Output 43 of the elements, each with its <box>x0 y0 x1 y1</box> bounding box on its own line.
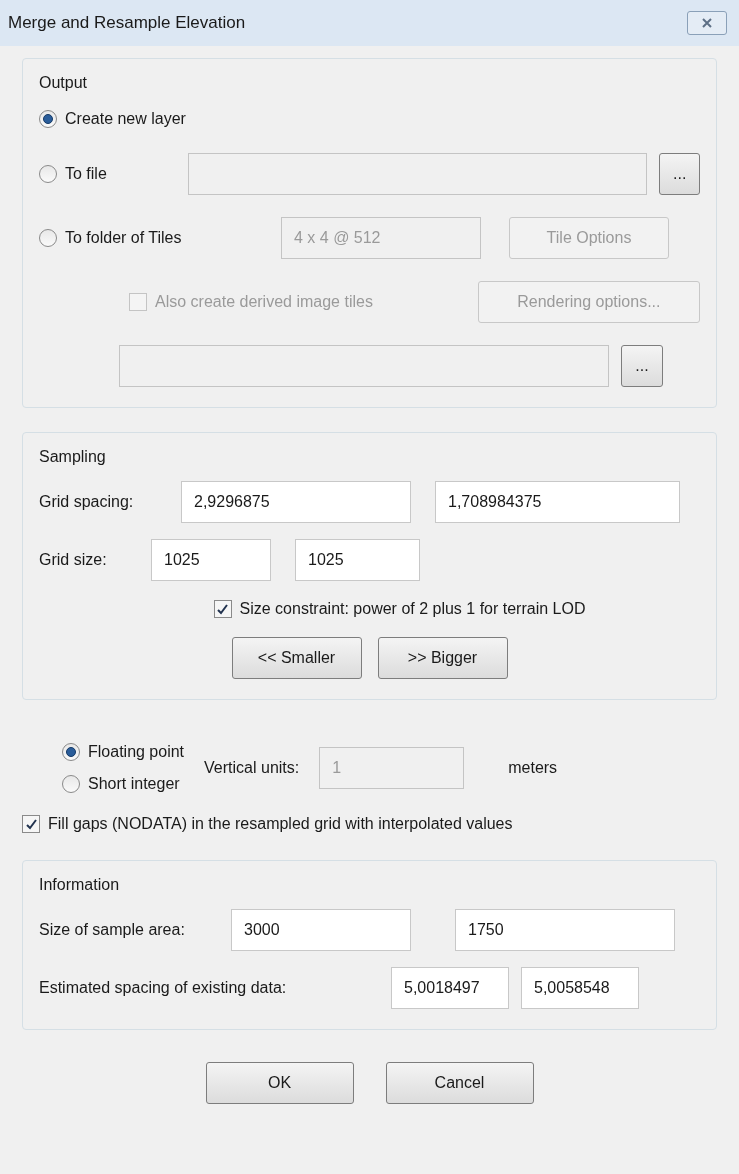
radio-label: Create new layer <box>65 109 186 129</box>
field-label: Grid size: <box>39 550 108 570</box>
input-field[interactable]: 3000 <box>231 909 411 951</box>
radio-button[interactable] <box>62 775 80 793</box>
button[interactable]: OK <box>205 1062 354 1104</box>
radio-label: Floating point <box>88 742 185 762</box>
radio-label: Short integer <box>88 774 180 794</box>
group-title: Output <box>39 73 88 93</box>
input-field[interactable]: 1025 <box>295 539 420 581</box>
button[interactable]: << Smaller <box>231 637 362 679</box>
button[interactable]: >> Bigger <box>377 637 508 679</box>
input-field[interactable]: 1,708984375 <box>435 481 680 523</box>
radio-label: To folder of Tiles <box>65 228 182 248</box>
radio-button[interactable] <box>62 743 80 761</box>
field-label: Vertical units: <box>204 758 300 778</box>
input-field[interactable]: 2,9296875 <box>181 481 411 523</box>
input-field[interactable]: 5,0058548 <box>521 967 639 1009</box>
radio-button[interactable] <box>39 165 57 183</box>
radio-label: To file <box>65 164 107 184</box>
radio-button[interactable] <box>39 229 57 247</box>
field-label: Size of sample area: <box>39 920 186 940</box>
input-field[interactable]: 1750 <box>455 909 675 951</box>
input-field[interactable] <box>188 153 648 195</box>
input-field[interactable]: 1025 <box>151 539 271 581</box>
checkbox-label: Fill gaps (NODATA) in the resampled grid with interpolated values <box>48 814 513 834</box>
field-label: Estimated spacing of existing data: <box>39 978 288 998</box>
input-field[interactable] <box>119 345 609 387</box>
field-label: Grid spacing: <box>39 492 135 512</box>
input-field[interactable]: 5,0018497 <box>391 967 509 1009</box>
window-title: Merge and Resample Elevation <box>8 12 246 35</box>
browse-button[interactable]: ... <box>659 153 700 195</box>
checkbox[interactable] <box>22 815 40 833</box>
button[interactable]: Cancel <box>385 1062 534 1104</box>
close-button[interactable] <box>687 11 727 35</box>
checkbox-label: Also create derived image tiles <box>155 292 373 312</box>
checkbox[interactable] <box>213 600 232 618</box>
browse-button[interactable]: ... <box>621 345 663 387</box>
close-icon <box>701 17 713 29</box>
checkbox-label: Size constraint: power of 2 plus 1 for terrain LOD <box>239 599 586 619</box>
group-title: Sampling <box>39 447 106 467</box>
radio-button[interactable] <box>39 110 57 128</box>
unit-label: meters <box>508 758 558 778</box>
group-title: Information <box>39 875 120 895</box>
